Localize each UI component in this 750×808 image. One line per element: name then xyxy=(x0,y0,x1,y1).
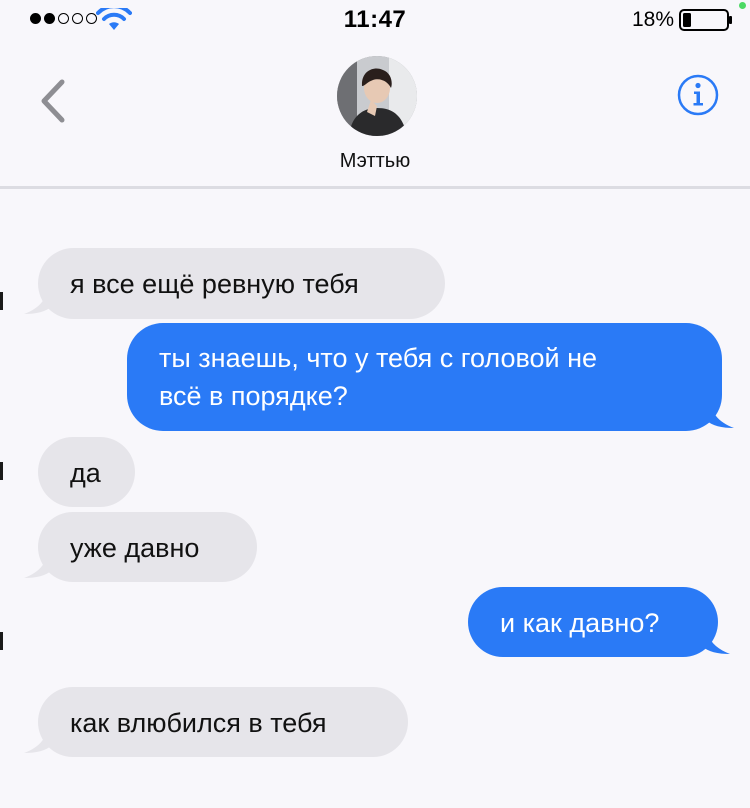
status-bar: 11:47 18% xyxy=(0,0,750,40)
message-bubble-incoming[interactable]: я все ещё ревную тебя xyxy=(38,248,445,319)
edge-mark xyxy=(0,632,3,650)
conversation-header: Мэттью xyxy=(0,40,750,189)
message-text: уже давно xyxy=(70,533,200,563)
message-bubble-incoming[interactable]: как влюбился в тебя xyxy=(38,687,408,757)
edge-mark xyxy=(0,292,3,310)
avatar-photo xyxy=(337,56,417,136)
messages-screen: 11:47 18% Мэттью я все ещё ревную тебя т… xyxy=(0,0,750,808)
contact-avatar[interactable] xyxy=(337,56,417,136)
charging-indicator-dot xyxy=(739,2,746,9)
battery-percentage: 18% xyxy=(631,8,674,31)
contact-name[interactable]: Мэттью xyxy=(0,150,750,173)
chevron-left-icon[interactable] xyxy=(36,76,72,126)
message-bubble-incoming[interactable]: да xyxy=(38,437,135,507)
battery-icon xyxy=(679,9,732,31)
message-text: и как давно? xyxy=(500,608,660,638)
message-bubble-incoming[interactable]: уже давно xyxy=(38,512,257,582)
message-bubble-outgoing[interactable]: ты знаешь, что у тебя с головой не всё в… xyxy=(127,323,722,431)
message-bubble-outgoing[interactable]: и как давно? xyxy=(468,587,718,657)
message-text-line: ты знаешь, что у тебя с головой не xyxy=(159,343,598,373)
info-icon[interactable] xyxy=(677,74,719,116)
message-text: как влюбился в тебя xyxy=(70,708,327,738)
message-text: да xyxy=(70,458,101,488)
message-text-line: всё в порядке? xyxy=(159,381,348,411)
message-text: я все ещё ревную тебя xyxy=(70,269,359,299)
edge-mark xyxy=(0,462,3,480)
